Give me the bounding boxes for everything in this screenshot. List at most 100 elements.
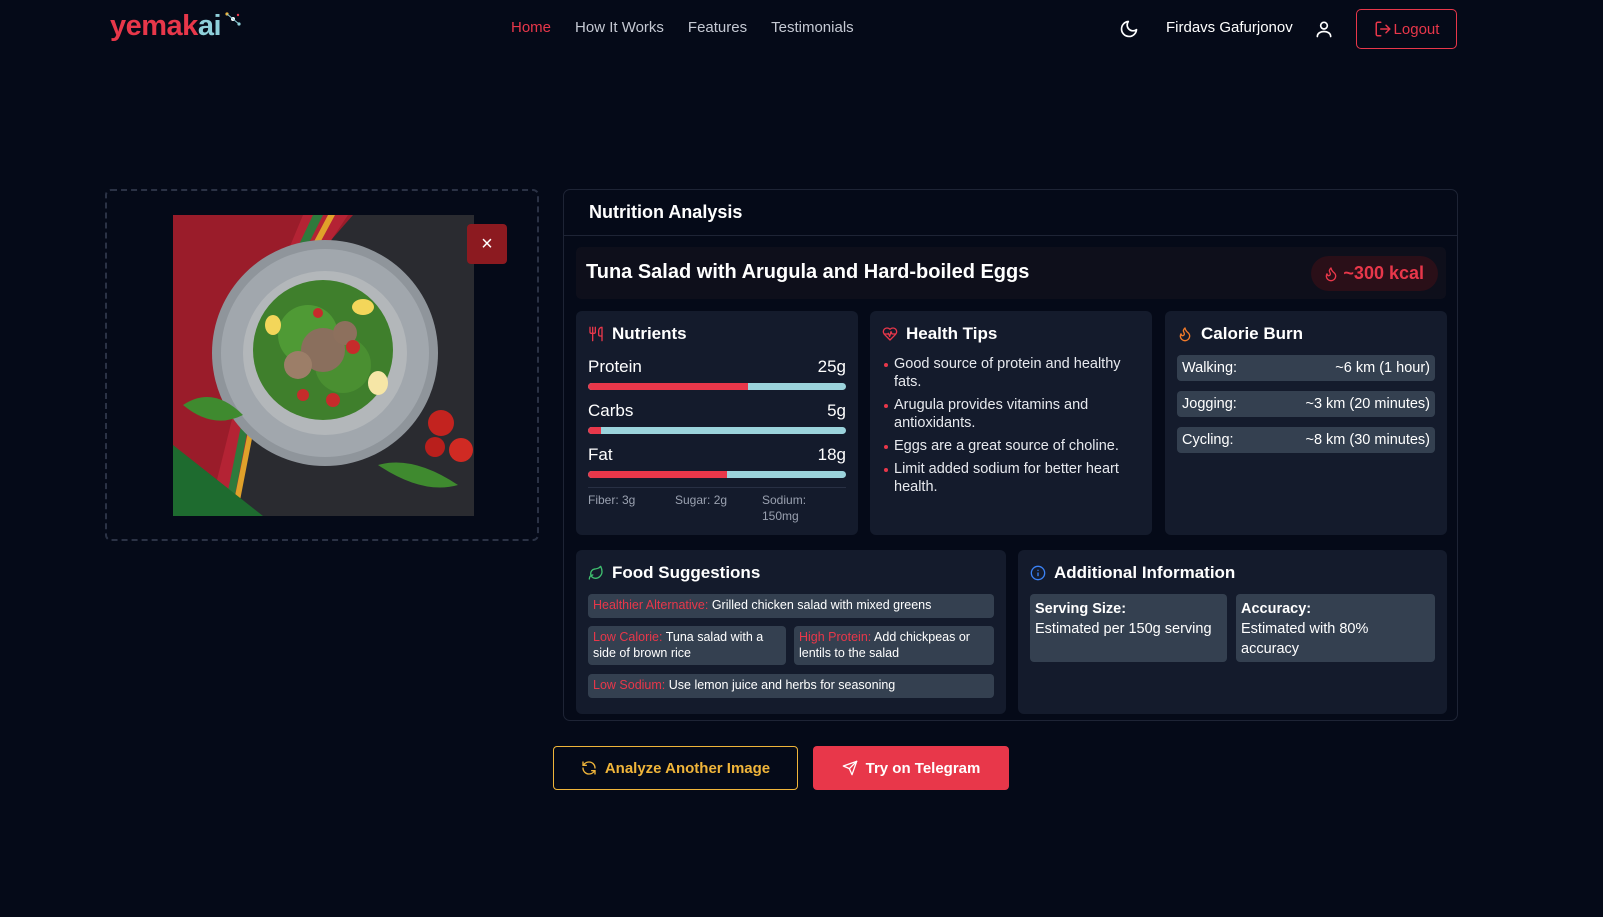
serving-size-label: Serving Size: [1035, 601, 1127, 617]
additional-info-panel: Additional Information Serving Size: Est… [1018, 550, 1447, 714]
nav-links: Home How It Works Features Testimonials [511, 19, 854, 36]
additional-info-title: Additional Information [1054, 563, 1236, 582]
refresh-icon [582, 761, 596, 775]
top-navbar: yema k ai Home How It Works Features Testi… [0, 0, 1603, 60]
nutrient-progress-fill [588, 427, 601, 434]
dish-name: Tuna Salad with Arugula and Hard-boiled … [586, 261, 1030, 283]
fiber-value: Fiber: 3g [588, 493, 636, 507]
try-on-telegram-button[interactable]: Try on Telegram [813, 746, 1009, 790]
nutrients-title: Nutrients [612, 324, 687, 343]
flame-icon [1326, 266, 1337, 281]
list-item: Good source of protein and healthy fats. [884, 355, 1139, 391]
flame-icon [1179, 327, 1191, 342]
nutrient-label: Fat [588, 445, 613, 464]
food-suggestions-title: Food Suggestions [612, 563, 761, 582]
activity-amount: ~3 km (20 minutes) [1305, 396, 1430, 412]
suggestion-low-calorie: Low Calorie: Tuna salad with a side of b… [588, 626, 786, 665]
suggestion-healthier-alternative: Healthier Alternative: Grilled chicken s… [588, 594, 994, 618]
analyze-another-image-button[interactable]: Analyze Another Image [553, 746, 798, 790]
calorie-burn-heading: Calorie Burn [1177, 324, 1303, 344]
list-item: Arugula provides vitamins and antioxidan… [884, 396, 1139, 432]
heart-pulse-icon [882, 327, 898, 341]
logout-button[interactable]: Logout [1356, 9, 1457, 49]
leaf-icon [588, 565, 603, 580]
additional-info-heading: Additional Information [1030, 563, 1235, 583]
accuracy-label: Accuracy: [1241, 601, 1312, 617]
card-title: Nutrition Analysis [589, 202, 743, 222]
close-icon: × [481, 232, 493, 255]
nutrient-label: Carbs [588, 401, 634, 420]
logo-text-part1: yema [110, 10, 183, 42]
suggestion-text: Use lemon juice and herbs for seasoning [665, 678, 896, 692]
sparkle-icon [225, 12, 241, 26]
activity-label: Cycling: [1182, 432, 1234, 448]
image-upload-area[interactable]: × [105, 189, 539, 541]
card-header: Nutrition Analysis [564, 190, 1457, 236]
suggestion-key: Healthier Alternative: [593, 598, 709, 612]
dish-summary: Tuna Salad with Arugula and Hard-boiled … [576, 247, 1446, 299]
burn-row-walking: Walking: ~6 km (1 hour) [1177, 355, 1435, 381]
divider [588, 487, 846, 488]
burn-row-jogging: Jogging: ~3 km (20 minutes) [1177, 391, 1435, 417]
nutrition-analysis-card: Nutrition Analysis Tuna Salad with Arugu… [563, 189, 1458, 721]
brand-logo[interactable]: yema k ai [110, 10, 242, 43]
remove-image-button[interactable]: × [467, 224, 507, 264]
logo-text-part2: k [182, 10, 198, 42]
sodium-label: Sodium: [762, 493, 807, 507]
analyze-another-image-label: Analyze Another Image [604, 759, 771, 777]
suggestion-key: Low Calorie: [593, 630, 663, 644]
suggestion-low-sodium: Low Sodium: Use lemon juice and herbs fo… [588, 674, 994, 698]
sodium-value: Sodium: 150mg [762, 492, 806, 524]
food-suggestions-panel: Food Suggestions Healthier Alternative: … [576, 550, 1006, 714]
nutrient-progress-fill [588, 383, 748, 390]
suggestion-text: Grilled chicken salad with mixed greens [708, 598, 932, 612]
burn-row-cycling: Cycling: ~8 km (30 minutes) [1177, 427, 1435, 453]
nav-link-features[interactable]: Features [688, 19, 747, 36]
activity-amount: ~8 km (30 minutes) [1305, 432, 1430, 448]
activity-label: Walking: [1182, 360, 1238, 376]
logo-text-part3: ai [197, 10, 222, 42]
nutrient-progress-bar [588, 427, 846, 434]
activity-amount: ~6 km (1 hour) [1335, 360, 1430, 376]
calorie-value: ~300 kcal [1343, 263, 1424, 283]
info-icon [1030, 565, 1046, 581]
food-suggestions-heading: Food Suggestions [588, 563, 760, 583]
suggestion-key: High Protein: [799, 630, 872, 644]
calorie-burn-title: Calorie Burn [1201, 324, 1304, 343]
accuracy-box: Accuracy: Estimated with 80% accuracy [1236, 594, 1435, 662]
list-item: Eggs are a great source of choline. [884, 437, 1139, 455]
health-tips-title: Health Tips [906, 324, 998, 343]
user-icon[interactable] [1314, 19, 1334, 39]
try-on-telegram-label: Try on Telegram [865, 759, 981, 777]
user-name: Firdavs Gafurjonov [1166, 19, 1293, 36]
utensils-icon [589, 326, 603, 342]
nutrient-progress-bar [588, 383, 846, 390]
nutrient-progress-bar [588, 471, 846, 478]
nutrient-progress-fill [588, 471, 728, 478]
nutrient-value: 5g [827, 401, 846, 420]
calorie-badge: ~300 kcal [1311, 256, 1438, 291]
serving-size-box: Serving Size: Estimated per 150g serving [1030, 594, 1227, 662]
nav-link-testimonials[interactable]: Testimonials [771, 19, 854, 36]
nav-link-home[interactable]: Home [511, 19, 551, 36]
nutrients-panel: Nutrients Protein 25g Carbs 5g Fat 18g F… [576, 311, 858, 535]
send-icon [842, 760, 857, 776]
serving-size-value: Estimated per 150g serving [1035, 621, 1212, 637]
nutrient-value: 25g [817, 357, 846, 376]
list-item: Limit added sodium for better heart heal… [884, 460, 1139, 496]
nutrients-heading: Nutrients [588, 324, 687, 344]
sugar-value: Sugar: 2g [675, 493, 728, 507]
moon-icon[interactable] [1119, 19, 1139, 39]
nav-link-how-it-works[interactable]: How It Works [575, 19, 664, 36]
suggestion-key: Low Sodium: [593, 678, 666, 692]
nutrient-value: 18g [817, 445, 846, 464]
sodium-amount: 150mg [762, 509, 799, 523]
logout-label: Logout [1393, 20, 1440, 38]
calorie-burn-panel: Calorie Burn Walking: ~6 km (1 hour) Jog… [1165, 311, 1447, 535]
accuracy-value: Estimated with 80% accuracy [1241, 621, 1369, 657]
nutrient-label: Protein [588, 357, 642, 376]
health-tips-list: Good source of protein and healthy fats.… [884, 355, 1139, 501]
health-tips-panel: Health Tips Good source of protein and h… [870, 311, 1152, 535]
food-photo [173, 215, 474, 516]
logout-icon [1375, 21, 1391, 37]
